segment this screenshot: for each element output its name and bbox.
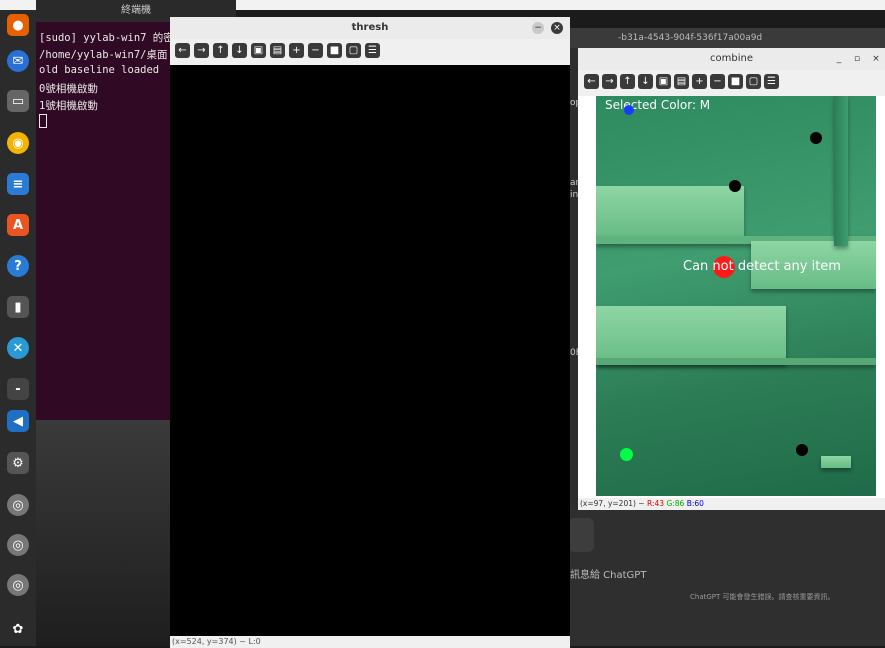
terminal-line: old baseline loaded — [39, 64, 160, 76]
thresh-title: thresh — [170, 17, 570, 39]
vscode-icon[interactable]: ◀ — [7, 410, 29, 432]
green-marker — [620, 448, 633, 461]
detection-message: Can not detect any item — [683, 259, 841, 274]
blue-marker — [624, 105, 634, 115]
properties-icon[interactable]: ☰ — [764, 74, 779, 89]
disc-icon[interactable]: ◎ — [7, 494, 29, 516]
save-icon[interactable]: ■ — [728, 74, 743, 89]
thresh-image[interactable] — [170, 65, 570, 636]
combine-status-bar: (x=97, y=201) ~ R:43 G:86 B:60 — [578, 498, 885, 510]
attach-button[interactable] — [568, 518, 594, 552]
maze-wall — [596, 358, 876, 365]
maze-wall — [834, 96, 848, 246]
pan-right-icon[interactable]: → — [194, 43, 209, 58]
pan-right-icon[interactable]: → — [602, 74, 617, 89]
selected-color-label: Selected Color: M — [605, 98, 711, 112]
files-icon[interactable]: ▭ — [7, 90, 29, 112]
thresh-toolbar: ← → ↑ ↓ ▣ ▤ + − ■ ▢ ☰ — [170, 39, 570, 65]
camera-view[interactable]: Selected Color: M Can not detect any ite… — [596, 96, 876, 496]
copy-icon[interactable]: ▢ — [346, 43, 361, 58]
zoom-fit-icon[interactable]: ▣ — [251, 43, 266, 58]
dock: ● ✉ ▭ ◉ ≡ A ? ▮ ✕ - ◀ ⚙ ◎ ◎ ◎ ✿ — [0, 10, 36, 646]
minimize-icon[interactable]: _ — [833, 53, 845, 65]
pan-left-icon[interactable]: ← — [584, 74, 599, 89]
status-coords: (x=97, y=201) ~ — [580, 499, 645, 508]
thresh-window[interactable]: thresh − × ← → ↑ ↓ ▣ ▤ + − ■ ▢ ☰ (x=524,… — [170, 17, 570, 648]
pan-up-icon[interactable]: ↑ — [213, 43, 228, 58]
status-r: R:43 — [646, 499, 665, 508]
properties-icon[interactable]: ☰ — [365, 43, 380, 58]
zoom-original-icon[interactable]: ▤ — [674, 74, 689, 89]
firefox-icon[interactable]: ● — [7, 14, 29, 36]
browser-tab[interactable]: -b31a-4543-904f-536f17a00a9d — [570, 28, 885, 48]
close-icon[interactable]: × — [870, 53, 882, 65]
disclaimer-text: ChatGPT 可能會發生錯誤。請查核重要資訊。 — [690, 593, 835, 601]
maximize-icon[interactable]: ▫ — [851, 53, 863, 65]
copy-icon[interactable]: ▢ — [746, 74, 761, 89]
help-icon[interactable]: ? — [7, 255, 29, 277]
pan-up-icon[interactable]: ↑ — [620, 74, 635, 89]
zoom-fit-icon[interactable]: ▣ — [656, 74, 671, 89]
maze-wall — [821, 456, 851, 468]
terminal-line: /home/yylab-win7/桌面 — [39, 49, 168, 61]
pan-left-icon[interactable]: ← — [175, 43, 190, 58]
zoom-out-icon[interactable]: − — [710, 74, 725, 89]
software-icon[interactable]: A — [7, 214, 29, 236]
writer-icon[interactable]: ≡ — [7, 173, 29, 195]
status-g: G:86 — [666, 499, 685, 508]
black-marker — [796, 444, 808, 456]
minimize-icon[interactable]: − — [532, 22, 544, 34]
zoom-in-icon[interactable]: + — [692, 74, 707, 89]
black-marker — [810, 132, 822, 144]
pan-down-icon[interactable]: ↓ — [638, 74, 653, 89]
zoom-original-icon[interactable]: ▤ — [270, 43, 285, 58]
maze-wall — [596, 306, 786, 364]
desktop-background — [36, 420, 176, 646]
rhythmbox-icon[interactable]: ◉ — [7, 132, 29, 154]
chat-input[interactable]: 訊息給 ChatGPT — [570, 566, 646, 581]
status-b: B:60 — [686, 499, 704, 508]
thresh-status-bar: (x=524, y=374) ~ L:0 — [170, 636, 570, 648]
app-icon[interactable]: - — [7, 378, 29, 400]
chatgpt-input-area: 訊息給 ChatGPT ChatGPT 可能會發生錯誤。請查核重要資訊。 — [568, 510, 885, 646]
save-icon[interactable]: ■ — [327, 43, 342, 58]
thunderbird-icon[interactable]: ✉ — [7, 50, 29, 72]
zoom-out-icon[interactable]: − — [308, 43, 323, 58]
disc-icon-2[interactable]: ◎ — [7, 534, 29, 556]
settings-icon[interactable]: ⚙ — [7, 452, 29, 474]
ubuntu-logo-icon[interactable]: ✿ — [7, 618, 29, 640]
close-icon[interactable]: × — [551, 22, 563, 34]
terminal-app-icon[interactable]: ▮ — [7, 296, 29, 318]
combine-toolbar: ← → ↑ ↓ ▣ ▤ + − ■ ▢ ☰ — [578, 70, 885, 96]
side-text: in — [570, 190, 579, 200]
pan-down-icon[interactable]: ↓ — [232, 43, 247, 58]
black-marker — [729, 180, 741, 192]
combine-window[interactable]: combine _ ▫ × ← → ↑ ↓ ▣ ▤ + − ■ ▢ ☰ Sele… — [578, 48, 885, 510]
terminal-cursor — [39, 114, 47, 128]
terminal-line: [sudo] yylab-win7 的密 — [39, 32, 174, 44]
remote-icon[interactable]: ✕ — [7, 337, 29, 359]
zoom-in-icon[interactable]: + — [289, 43, 304, 58]
terminal-line: 0號相機啟動 — [39, 83, 98, 95]
terminal-line: 1號相機啟動 — [39, 100, 98, 112]
maze-wall — [596, 186, 744, 236]
disc-icon-3[interactable]: ◎ — [7, 574, 29, 596]
